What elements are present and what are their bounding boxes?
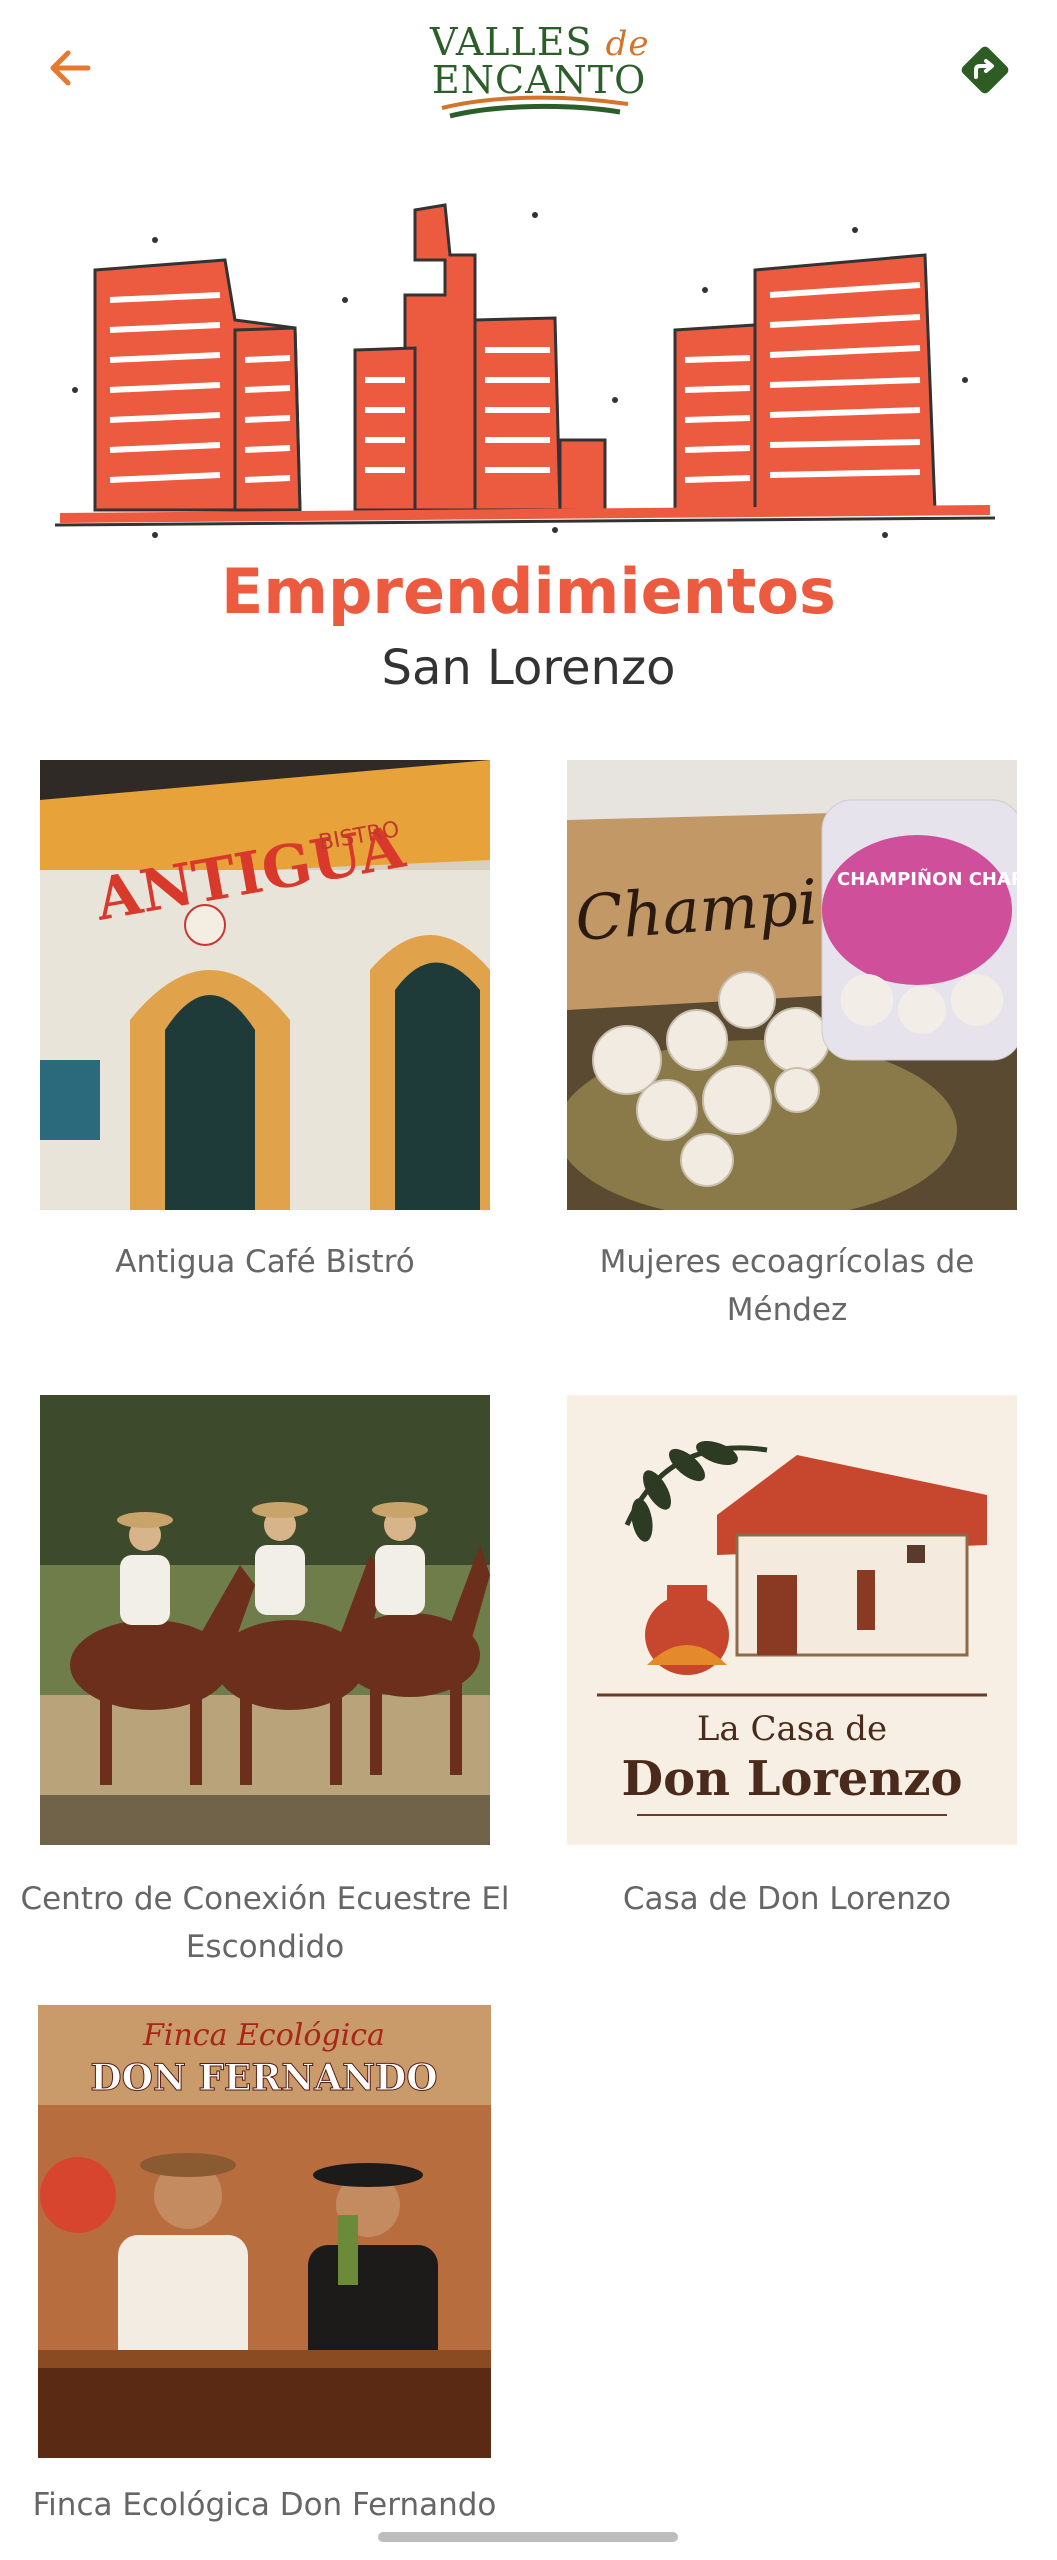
business-name: Mujeres ecoagrícolas de Méndez [599,1244,975,1328]
banner-line2: DON FERNANDO [90,2057,437,2099]
valles-de-encanto-logo: VALLES de ENCANTO [420,18,649,119]
business-name: Casa de Don Lorenzo [622,1881,952,1917]
logo-line1: La Casa de [697,1709,887,1749]
share-button[interactable] [953,38,1017,102]
business-photo [40,1395,490,1845]
business-photo: Finca Ecológica DON FERNANDO [38,2005,491,2458]
share-forward-icon [961,46,1009,94]
package-label: CHAMPIÑON CHAPACO [837,867,1017,890]
business-name: Centro de Conexión Ecuestre El Escondido [20,1881,510,1965]
business-name: Finca Ecológica Don Fernando [32,2487,497,2523]
section-title: Emprendimientos [221,555,836,628]
business-photo: ANTIGUA BISTRO [40,760,490,1210]
home-indicator[interactable] [378,2532,678,2542]
business-photo: La Casa de Don Lorenzo [567,1395,1017,1845]
logo-swoosh-icon [441,95,629,119]
top-bar: VALLES de ENCANTO [0,0,1057,140]
arrow-left-icon [50,50,91,86]
banner-line1: Finca Ecológica [142,2018,385,2053]
city-buildings-illustration [55,203,995,538]
business-photo: Champiñones CHAMPIÑON CHAPACO [567,760,1017,1210]
back-button[interactable] [40,38,100,98]
business-name: Antigua Café Bistró [115,1244,415,1280]
section-subtitle: San Lorenzo [381,640,676,696]
logo-line2: Don Lorenzo [621,1751,962,1807]
